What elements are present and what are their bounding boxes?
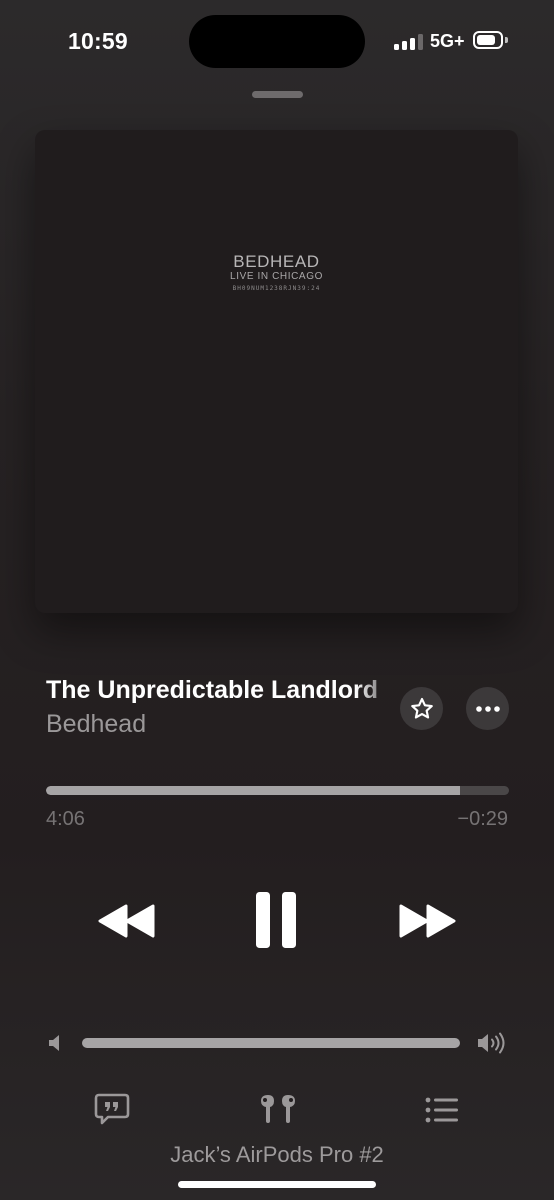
network-type: 5G+ [430,31,465,51]
status-time: 10:59 [68,28,128,54]
artwork-title: BEDHEAD [233,252,320,271]
volume-slider[interactable] [82,1038,460,1048]
output-device-label[interactable]: Jack’s AirPods Pro #2 [0,1142,554,1168]
home-indicator[interactable] [178,1181,376,1188]
airpods-icon [261,1095,295,1123]
speaker-wave-icon [476,1031,508,1055]
rewind-button[interactable] [95,895,159,947]
battery-tip [505,37,508,43]
remaining-time: −0:29 [457,808,508,830]
artist-name[interactable]: Bedhead [46,710,146,739]
artwork-code: BH09NUM1238RJN39:24 [232,285,321,292]
fast-forward-button[interactable] [395,895,459,947]
album-artwork[interactable]: BEDHEAD LIVE IN CHICAGO BH09NUM1238RJN39… [35,130,518,613]
pause-button[interactable] [248,885,304,955]
ellipsis-icon [475,705,500,712]
queue-list-icon [425,1097,458,1123]
volume-level-fill [82,1038,460,1048]
more-button[interactable] [466,687,509,730]
track-title: The Unpredictable Landlord [46,676,378,704]
battery-icon [473,31,503,49]
lyrics-button[interactable] [94,1093,130,1125]
speaker-icon [47,1033,65,1053]
dynamic-island [189,15,365,68]
star-icon [410,697,433,719]
lyrics-quote-icon [94,1093,130,1125]
queue-button[interactable] [424,1096,460,1124]
output-device-button[interactable] [257,1093,299,1125]
playback-scrubber[interactable] [46,786,509,795]
sheet-grabber[interactable] [252,91,303,98]
cellular-signal-icon [394,34,424,50]
playback-progress-fill [46,786,460,795]
artwork-subtitle: LIVE IN CHICAGO [230,271,323,282]
elapsed-time: 4:06 [46,808,85,830]
fast-forward-icon [399,904,456,938]
pause-icon [256,892,296,948]
favorite-button[interactable] [400,687,443,730]
rewind-icon [98,904,155,938]
